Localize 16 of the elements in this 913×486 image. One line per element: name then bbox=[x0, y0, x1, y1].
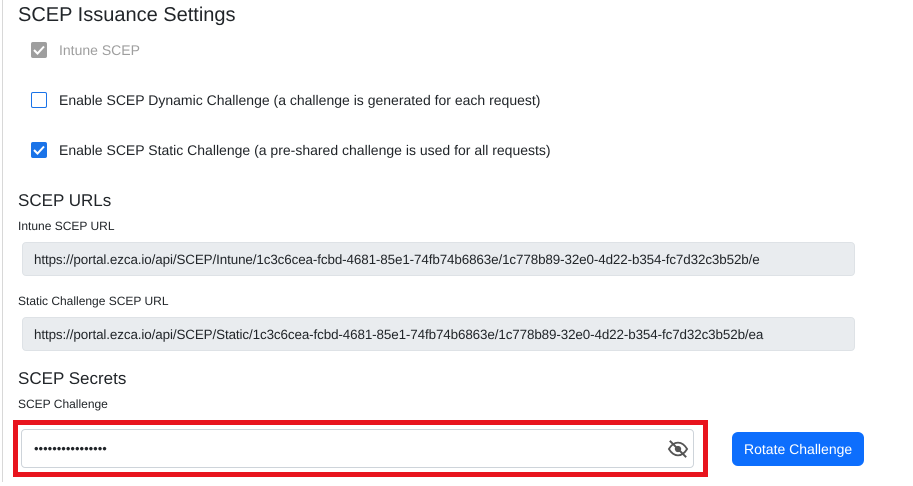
checkbox-label: Enable SCEP Dynamic Challenge (a challenge is generated for each request) bbox=[59, 92, 540, 108]
eye-slash-icon[interactable] bbox=[667, 438, 689, 458]
field-label: Static Challenge SCEP URL bbox=[18, 294, 170, 308]
section-title: SCEP Issuance Settings bbox=[18, 4, 237, 27]
url-field[interactable]: https://portal.ezca.io/api/SCEP/Static/1c3c6cea-fcbd-4681-85e1-74fb74b6863e/1c778b89-32e0-4d22-b354-fc7d32c3b52b/ea bbox=[22, 317, 855, 351]
checkbox-label: Enable SCEP Static Challenge (a pre-shared challenge is used for all requests) bbox=[59, 142, 551, 158]
password-field[interactable]: •••••••••••••••• bbox=[21, 429, 694, 468]
field-label: SCEP Challenge bbox=[18, 397, 109, 411]
rotate-challenge-button[interactable]: Rotate Challenge bbox=[732, 432, 864, 466]
url-field[interactable]: https://portal.ezca.io/api/SCEP/Intune/1c3c6cea-fcbd-4681-85e1-74fb74b6863e/1c778b89-32e0-4d22-b354-fc7d32c3b52b/e bbox=[22, 242, 855, 276]
checkbox-label: Intune SCEP bbox=[59, 42, 140, 58]
field-label: Intune SCEP URL bbox=[18, 219, 116, 233]
checkbox[interactable] bbox=[31, 92, 47, 108]
checkbox[interactable] bbox=[31, 142, 47, 158]
section-heading: SCEP URLs bbox=[18, 191, 112, 211]
section-heading: SCEP Secrets bbox=[18, 369, 128, 389]
